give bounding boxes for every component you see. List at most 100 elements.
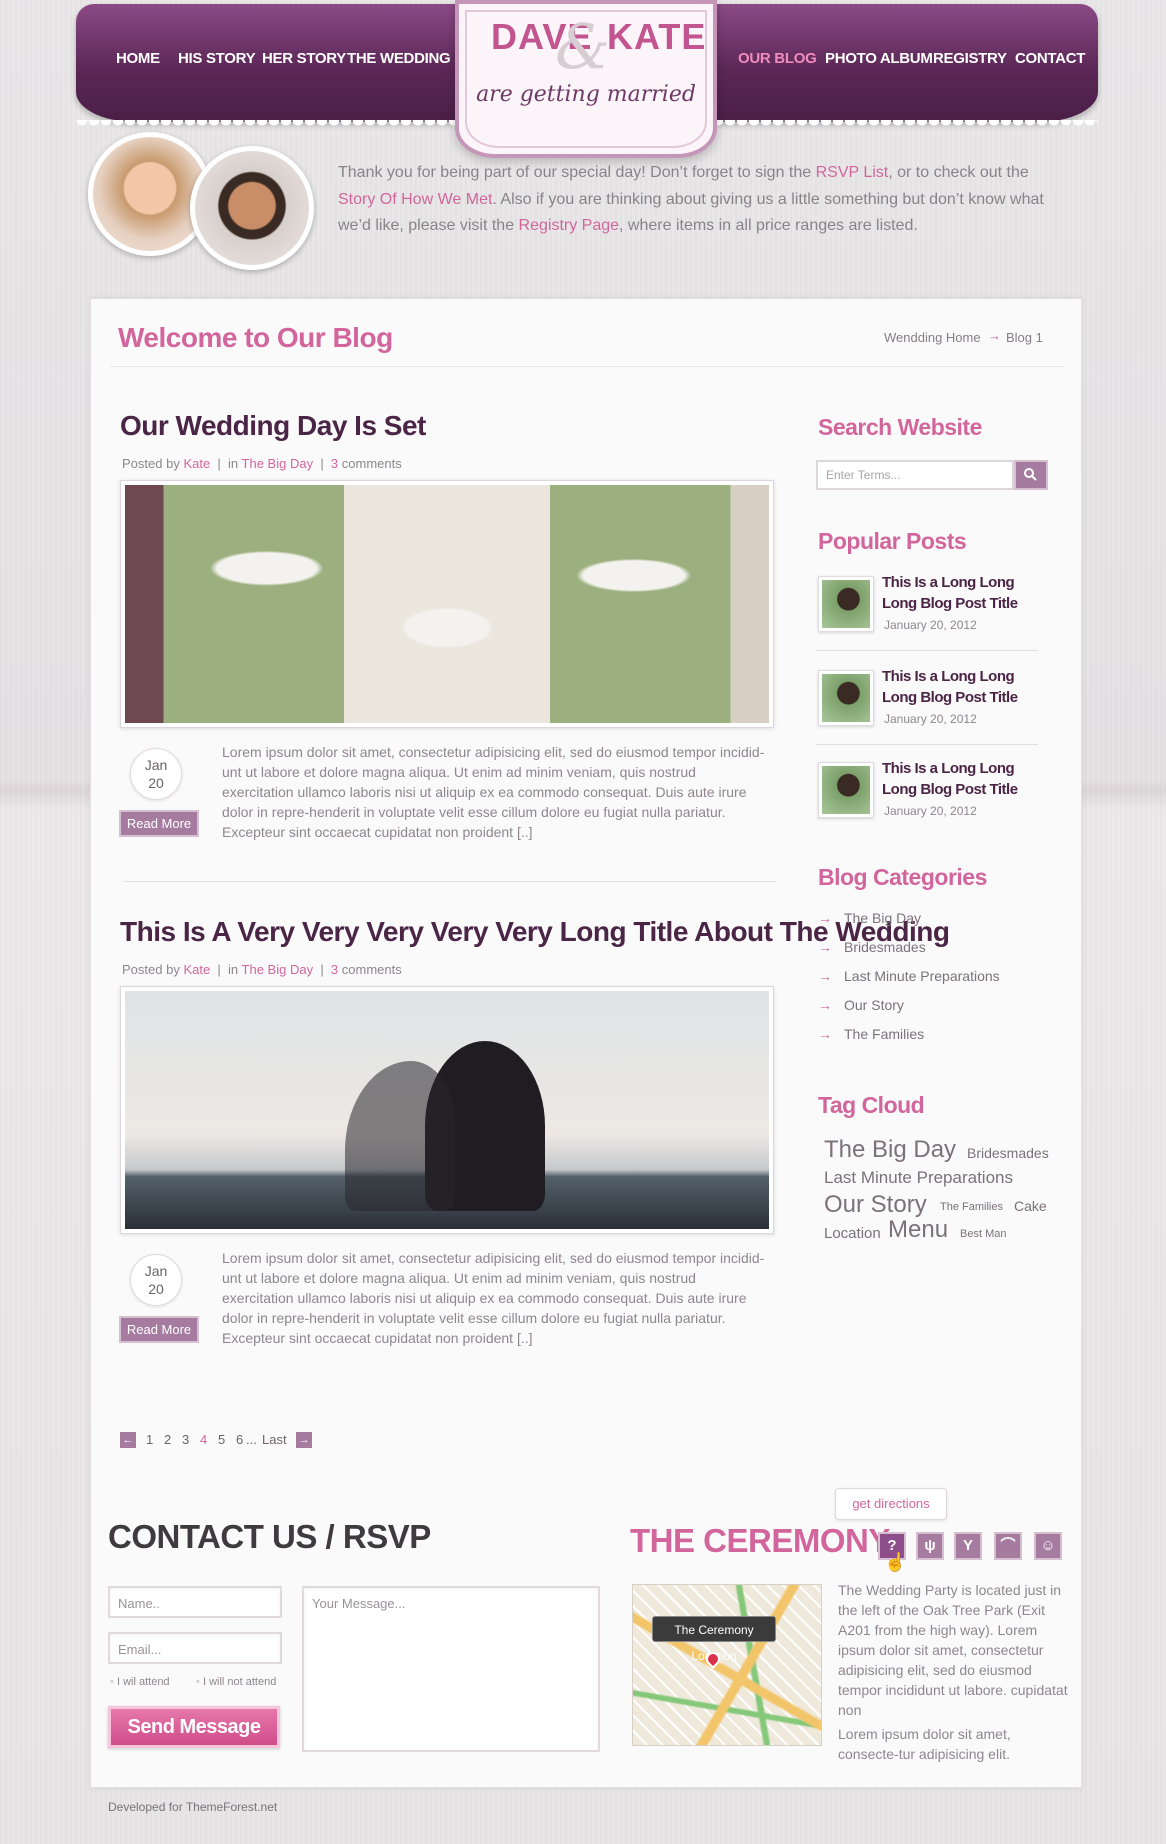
logo[interactable]: DAVE & KATE are getting married xyxy=(455,0,717,158)
story-link[interactable]: Story Of How We Met xyxy=(338,191,492,208)
category-item[interactable]: → The Big Day xyxy=(818,910,921,926)
breadcrumb-arrow-icon: → xyxy=(988,328,1001,343)
popular-post-date: January 20, 2012 xyxy=(884,712,977,726)
category-item[interactable]: → Our Story xyxy=(818,997,904,1013)
author-link[interactable]: Kate xyxy=(183,962,210,977)
post-excerpt: Lorem ipsum dolor sit amet, consectetur … xyxy=(222,1250,765,1346)
popular-post-date: January 20, 2012 xyxy=(884,618,977,632)
registry-link[interactable]: Registry Page xyxy=(519,217,620,234)
post-image[interactable] xyxy=(120,480,774,728)
tag-link[interactable]: Menu xyxy=(888,1216,948,1244)
category-link[interactable]: The Big Day xyxy=(242,456,314,471)
page-link[interactable]: 5 xyxy=(218,1432,225,1447)
rsvp-list-link[interactable]: RSVP List xyxy=(816,164,889,181)
arrow-right-icon: → xyxy=(818,968,832,984)
arrow-right-icon: → xyxy=(818,910,832,926)
post-date: Jan 20 xyxy=(130,1254,182,1306)
name-field[interactable]: Name.. xyxy=(108,1586,282,1618)
nav-the-wedding[interactable]: THE WEDDING xyxy=(347,50,451,67)
tag-link[interactable]: Location xyxy=(824,1225,881,1242)
breadcrumb-current: Blog 1 xyxy=(1006,330,1043,345)
nav-our-blog[interactable]: OUR BLOG xyxy=(738,50,817,67)
tag-link[interactable]: Our Story xyxy=(824,1191,927,1219)
map-location-label: The Ceremony Location xyxy=(652,1616,776,1663)
search-title: Search Website xyxy=(818,414,982,440)
page-link-current[interactable]: 4 xyxy=(200,1432,207,1447)
popular-post-thumb[interactable] xyxy=(818,670,874,726)
popular-post-thumb[interactable] xyxy=(818,576,874,632)
tag-cloud-title: Tag Cloud xyxy=(818,1092,925,1118)
breadcrumb-home[interactable]: Wendding Home xyxy=(884,330,981,345)
tag-link[interactable]: Last Minute Preparations xyxy=(824,1168,1013,1188)
nav-photo-album[interactable]: PHOTO ALBUM xyxy=(825,50,933,67)
header-divider xyxy=(110,366,1064,367)
page-link[interactable]: 1 xyxy=(146,1432,153,1447)
tag-link[interactable]: Bridesmades xyxy=(967,1145,1049,1161)
arrow-right-icon: → xyxy=(818,997,832,1013)
nav-contact[interactable]: CONTACT xyxy=(1015,50,1085,67)
search-input[interactable]: Enter Terms... xyxy=(816,460,1014,490)
page-ellipsis: ... xyxy=(246,1432,257,1447)
arrow-right-icon: → xyxy=(818,939,832,955)
blog-categories-title: Blog Categories xyxy=(818,864,987,890)
read-more-button[interactable]: Read More xyxy=(119,810,199,837)
prev-page-icon[interactable]: ← xyxy=(120,1432,136,1448)
baby-icon[interactable]: ☺ xyxy=(1034,1532,1062,1560)
email-field[interactable]: Email... xyxy=(108,1632,282,1664)
ceremony-title: THE CEREMONY xyxy=(630,1522,890,1559)
read-more-button[interactable]: Read More xyxy=(119,1316,199,1343)
nav-home[interactable]: HOME xyxy=(116,50,160,67)
popular-divider xyxy=(816,744,1038,745)
category-item[interactable]: → The Families xyxy=(818,1026,924,1042)
nav-his-story[interactable]: HIS STORY xyxy=(178,50,256,67)
page-link[interactable]: 3 xyxy=(182,1432,189,1447)
post-title[interactable]: Our Wedding Day Is Set xyxy=(120,410,426,442)
popular-divider xyxy=(816,650,1038,651)
tag-link[interactable]: The Big Day xyxy=(824,1136,956,1164)
category-link[interactable]: The Big Day xyxy=(242,962,314,977)
nav-her-story[interactable]: HER STORY xyxy=(262,50,346,67)
page-link[interactable]: 6 xyxy=(236,1432,243,1447)
hand-cursor-icon: ☝ xyxy=(884,1552,907,1572)
message-field[interactable]: Your Message... xyxy=(302,1586,600,1752)
search-icon xyxy=(1024,468,1037,481)
page-title: Welcome to Our Blog xyxy=(118,322,393,353)
attend-radio[interactable]: ◦ I wil attend xyxy=(110,1676,170,1688)
send-message-button[interactable]: Send Message xyxy=(108,1706,280,1748)
contact-title: CONTACT US / RSVP xyxy=(108,1518,431,1555)
popular-post-title[interactable]: This Is a Long Long Long Blog Post Title xyxy=(882,666,1042,708)
popular-post-title[interactable]: This Is a Long Long Long Blog Post Title xyxy=(882,572,1042,614)
tag-link[interactable]: Best Man xyxy=(960,1228,1006,1240)
category-item[interactable]: → Last Minute Preparations xyxy=(818,968,1000,984)
search-button[interactable] xyxy=(1014,460,1048,490)
popular-post-title[interactable]: This Is a Long Long Long Blog Post Title xyxy=(882,758,1042,800)
cocktail-icon[interactable]: Y xyxy=(954,1532,982,1560)
logo-subtitle: are getting married xyxy=(476,82,696,107)
radio-icon: ◦ xyxy=(110,1676,114,1688)
arrow-right-icon: → xyxy=(818,1026,832,1042)
post-meta: Posted by Kate | in The Big Day | 3 comm… xyxy=(122,456,402,471)
radio-icon: ◦ xyxy=(196,1676,200,1688)
groom-avatar xyxy=(190,146,314,270)
popular-post-thumb[interactable] xyxy=(818,762,874,818)
category-item[interactable]: → Bridesmades xyxy=(818,939,926,955)
tag-link[interactable]: Cake xyxy=(1014,1198,1047,1214)
post-divider xyxy=(124,881,776,882)
tag-link[interactable]: The Families xyxy=(940,1201,1003,1213)
not-attend-radio[interactable]: ◦ I will not attend xyxy=(196,1676,276,1688)
post-image[interactable] xyxy=(120,986,774,1234)
ceremony-description: The Wedding Party is located just in the… xyxy=(838,1582,1068,1762)
directions-tooltip: get directions xyxy=(835,1488,947,1520)
post-excerpt: Lorem ipsum dolor sit amet, consectetur … xyxy=(222,744,765,840)
intro-text: Thank you for being part of our special … xyxy=(338,164,1044,234)
last-page-link[interactable]: Last xyxy=(262,1432,287,1447)
author-link[interactable]: Kate xyxy=(183,456,210,471)
restaurant-icon[interactable]: ψ xyxy=(916,1532,944,1560)
next-page-icon[interactable]: → xyxy=(296,1432,312,1448)
page-link[interactable]: 2 xyxy=(164,1432,171,1447)
popular-posts-title: Popular Posts xyxy=(818,528,967,554)
logo-name-kate: KATE xyxy=(607,16,707,57)
hat-icon[interactable]: ⌒ xyxy=(994,1532,1022,1560)
nav-registry[interactable]: REGISTRY xyxy=(933,50,1007,67)
footer-credit: Developed for ThemeForest.net xyxy=(108,1800,278,1814)
